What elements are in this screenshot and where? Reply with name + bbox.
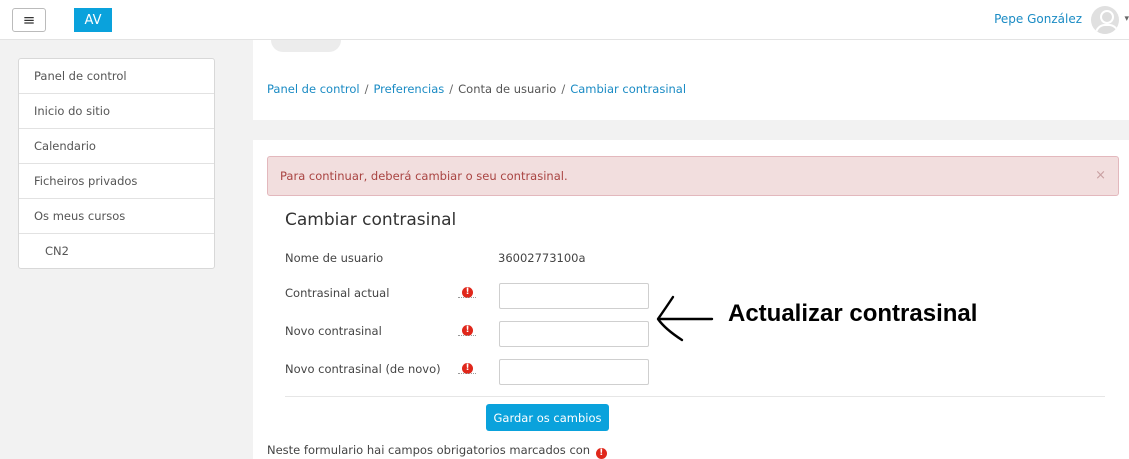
sidebar-item-my-courses[interactable]: Os meus cursos xyxy=(19,199,214,234)
sidebar-item-site-home[interactable]: Inicio do sitio xyxy=(19,94,214,129)
hamburger-icon: ≡ xyxy=(22,11,36,29)
sidebar-item-dashboard[interactable]: Panel de control xyxy=(19,59,214,94)
top-navbar: ≡ AV Pepe González ▾ xyxy=(0,0,1129,40)
required-icon: ! xyxy=(595,448,607,459)
new-password-label: Novo contrasinal xyxy=(285,324,382,338)
form-divider xyxy=(285,396,1105,397)
breadcrumb-separator: / xyxy=(449,82,454,96)
annotation-text: Actualizar contrasinal xyxy=(728,300,978,327)
sidebar-item-calendar[interactable]: Calendario xyxy=(19,129,214,164)
hamburger-menu-button[interactable]: ≡ xyxy=(12,8,46,32)
current-password-label: Contrasinal actual xyxy=(285,286,390,300)
save-changes-button[interactable]: Gardar os cambios xyxy=(486,404,609,431)
new-password-again-input[interactable] xyxy=(499,359,649,385)
form-title: Cambiar contrasinal xyxy=(285,210,457,230)
required-fields-note-text: Neste formulario hai campos obrigatorios… xyxy=(267,443,591,457)
alert-message: Para continuar, deberá cambiar o seu con… xyxy=(280,169,568,183)
required-underline xyxy=(458,373,476,374)
sidebar-nav: Panel de control Inicio do sitio Calenda… xyxy=(18,58,215,269)
sidebar-item-private-files[interactable]: Ficheiros privados xyxy=(19,164,214,199)
required-fields-note: Neste formulario hai campos obrigatorios… xyxy=(267,443,607,459)
breadcrumb-user-account: Conta de usuario xyxy=(458,82,557,96)
breadcrumb-preferences[interactable]: Preferencias xyxy=(373,82,444,96)
new-password-again-label: Novo contrasinal (de novo) xyxy=(285,362,441,376)
sidebar-item-course-cn2[interactable]: CN2 xyxy=(19,234,214,268)
breadcrumb-separator: / xyxy=(561,82,566,96)
user-avatar-icon[interactable] xyxy=(1091,6,1119,34)
password-change-alert: Para continuar, deberá cambiar o seu con… xyxy=(267,156,1119,196)
user-menu-caret-icon[interactable]: ▾ xyxy=(1124,14,1129,24)
header-decoration xyxy=(271,40,341,52)
close-icon[interactable]: × xyxy=(1095,157,1106,195)
required-underline xyxy=(458,297,476,298)
breadcrumb-change-password[interactable]: Cambiar contrasinal xyxy=(570,82,686,96)
required-underline xyxy=(458,335,476,336)
new-password-input[interactable] xyxy=(499,321,649,347)
breadcrumb-separator: / xyxy=(364,82,369,96)
username-label: Nome de usuario xyxy=(285,251,384,265)
breadcrumb-dashboard[interactable]: Panel de control xyxy=(267,82,360,96)
current-password-input[interactable] xyxy=(499,283,649,309)
breadcrumb: Panel de control / Preferencias / Conta de u… xyxy=(267,82,686,96)
page-header: Panel de control / Preferencias / Conta de u… xyxy=(253,40,1129,120)
annotation-arrow-icon xyxy=(656,295,714,342)
username-value: 36002773100a xyxy=(498,251,586,265)
user-name-link[interactable]: Pepe González xyxy=(994,12,1082,26)
site-logo[interactable]: AV xyxy=(74,8,112,32)
